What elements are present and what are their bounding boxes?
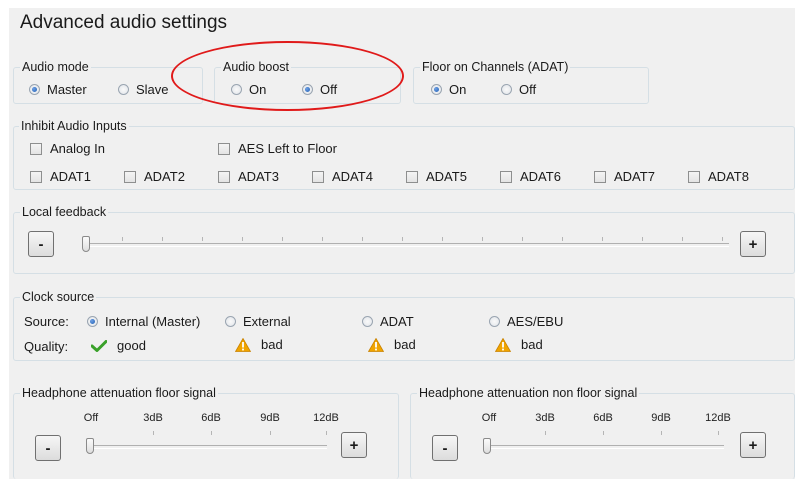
hp-nonfloor-track [486,445,724,449]
hp-nonfloor-tick [718,431,719,435]
hp-floor-tick [211,431,212,435]
hp-floor-tick-label: 6dB [201,412,221,424]
adat3-checkbox[interactable]: ADAT3 [218,169,279,184]
hp-nonfloor-tick-label: 12dB [705,412,731,424]
checkbox-icon [312,170,324,183]
check-icon [91,339,107,352]
hp-floor-track [89,445,327,449]
source-label: Source: [24,314,69,329]
clock-source-label: Clock source [20,290,97,304]
annotation-circle [171,41,404,111]
local-feedback-slider-thumb[interactable] [82,236,90,252]
hp-nonfloor-tick-label: 3dB [535,412,555,424]
clock-adat-radio[interactable]: ADAT [362,314,414,329]
quality-label: Quality: [24,339,69,354]
hp-nonfloor-slider-thumb[interactable] [483,438,491,454]
checkbox-icon [30,142,42,155]
audio-mode-master-radio[interactable]: Master [29,82,87,97]
hp-floor-label: Headphone attenuation floor signal [20,386,218,400]
checkbox-icon [30,170,42,183]
hp-nonfloor-label: Headphone attenuation non floor signal [417,386,640,400]
hp-nonfloor-plus-button[interactable]: + [740,432,766,458]
clock-external-radio[interactable]: External [225,314,291,329]
hp-nonfloor-minus-button[interactable]: - [432,435,458,461]
radio-unselected-icon [489,316,500,327]
adat7-checkbox[interactable]: ADAT7 [594,169,655,184]
adat4-checkbox[interactable]: ADAT4 [312,169,373,184]
adat1-checkbox[interactable]: ADAT1 [30,169,91,184]
hp-floor-tick [326,431,327,435]
radio-unselected-icon [501,84,512,95]
hp-nonfloor-tick [603,431,604,435]
hp-floor-tick [270,431,271,435]
quality-adat: bad [368,337,416,352]
warning-icon [368,337,384,352]
radio-unselected-icon [362,316,373,327]
warning-icon [495,337,511,352]
hp-floor-tick-label: 9dB [260,412,280,424]
quality-aes-ebu: bad [495,337,543,352]
checkbox-icon [406,170,418,183]
clock-aes-ebu-radio[interactable]: AES/EBU [489,314,563,329]
warning-icon [235,337,251,352]
hp-floor-tick-label: 3dB [143,412,163,424]
audio-mode-slave-radio[interactable]: Slave [118,82,169,97]
adat6-checkbox[interactable]: ADAT6 [500,169,561,184]
adat2-checkbox[interactable]: ADAT2 [124,169,185,184]
checkbox-icon [218,170,230,183]
quality-external: bad [235,337,283,352]
inhibit-inputs-label: Inhibit Audio Inputs [19,119,129,133]
floor-channels-label: Floor on Channels (ADAT) [420,60,571,74]
radio-selected-icon [87,316,98,327]
hp-floor-tick [153,431,154,435]
local-feedback-minus-button[interactable]: - [28,231,54,257]
checkbox-icon [594,170,606,183]
hp-nonfloor-tick-label: 6dB [593,412,613,424]
floor-channels-on-radio[interactable]: On [431,82,466,97]
hp-nonfloor-tick [545,431,546,435]
local-feedback-label: Local feedback [20,205,109,219]
checkbox-icon [218,142,230,155]
checkbox-icon [688,170,700,183]
hp-floor-plus-button[interactable]: + [341,432,367,458]
hp-floor-tick-label: 12dB [313,412,339,424]
adat5-checkbox[interactable]: ADAT5 [406,169,467,184]
hp-floor-slider-thumb[interactable] [86,438,94,454]
radio-selected-icon [29,84,40,95]
analog-in-checkbox[interactable]: Analog In [30,141,105,156]
quality-internal: good [91,338,146,353]
local-feedback-track [86,243,729,247]
radio-unselected-icon [118,84,129,95]
hp-floor-tick-label: Off [83,412,99,424]
hp-nonfloor-tick-label: Off [481,412,497,424]
hp-floor-minus-button[interactable]: - [35,435,61,461]
floor-channels-off-radio[interactable]: Off [501,82,536,97]
hp-nonfloor-tick [661,431,662,435]
checkbox-icon [500,170,512,183]
local-feedback-plus-button[interactable]: + [740,231,766,257]
hp-nonfloor-tick-label: 9dB [651,412,671,424]
radio-selected-icon [431,84,442,95]
audio-mode-label: Audio mode [20,60,91,74]
clock-internal-radio[interactable]: Internal (Master) [87,314,200,329]
radio-unselected-icon [225,316,236,327]
page-title: Advanced audio settings [20,12,228,33]
hp-nonfloor-group: Headphone attenuation non floor signal [410,386,795,479]
checkbox-icon [124,170,136,183]
adat8-checkbox[interactable]: ADAT8 [688,169,749,184]
aes-left-to-floor-checkbox[interactable]: AES Left to Floor [218,141,337,156]
